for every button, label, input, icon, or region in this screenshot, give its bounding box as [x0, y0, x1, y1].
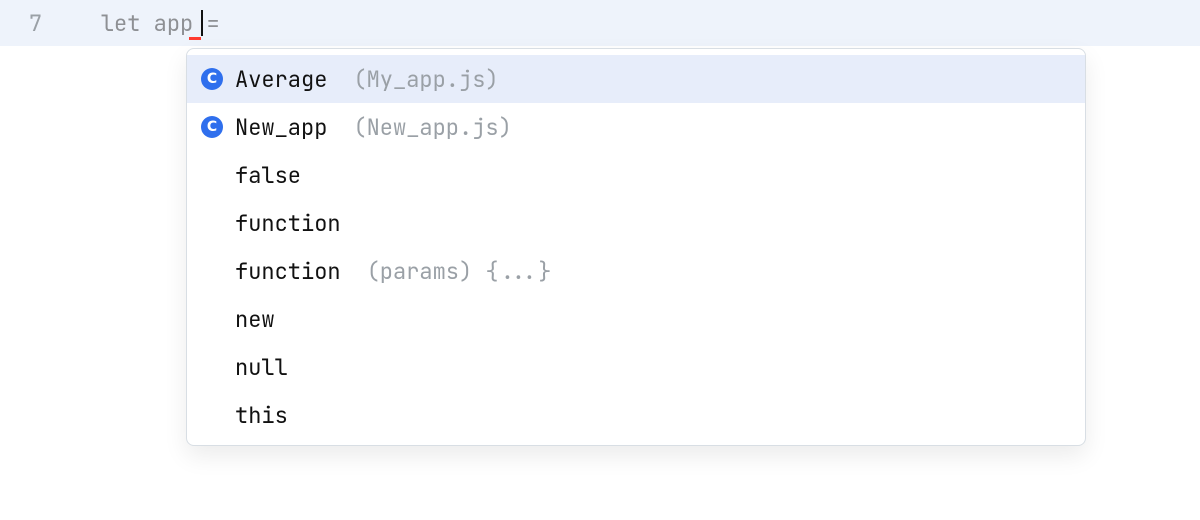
class-icon: C — [201, 116, 223, 138]
completion-hint: (New_app.js) — [353, 113, 511, 142]
completion-icon-slot: C — [201, 68, 223, 90]
completion-item[interactable]: C New_app (New_app.js) — [187, 103, 1085, 151]
completion-item[interactable]: function — [187, 199, 1085, 247]
text-caret — [201, 10, 203, 36]
completion-label: null — [235, 353, 288, 382]
completion-label: Average — [235, 65, 327, 94]
completion-label: this — [235, 401, 288, 430]
completion-label: function — [235, 257, 341, 286]
code-completion-popup[interactable]: C Average (My_app.js) C New_app (New_app.js)f… — [186, 48, 1086, 446]
completion-item[interactable]: null — [187, 343, 1085, 391]
operator-equals: = — [206, 9, 219, 38]
identifier-app: app — [154, 9, 194, 38]
completion-hint: (params) {...} — [367, 257, 552, 286]
line-number: 7 — [0, 9, 48, 38]
editor-line[interactable]: 7 let app = — [0, 0, 1200, 46]
completion-label: New_app — [235, 113, 327, 142]
keyword-let: let — [101, 9, 141, 38]
completion-item[interactable]: function (params) {...} — [187, 247, 1085, 295]
error-underline — [189, 37, 201, 40]
completion-item[interactable]: C Average (My_app.js) — [187, 55, 1085, 103]
completion-label: function — [235, 209, 341, 238]
class-icon: C — [201, 68, 223, 90]
completion-label: new — [235, 305, 275, 334]
completion-hint: (My_app.js) — [353, 65, 498, 94]
completion-icon-slot: C — [201, 116, 223, 138]
completion-item[interactable]: new — [187, 295, 1085, 343]
completion-label: false — [235, 161, 301, 190]
completion-item[interactable]: false — [187, 151, 1085, 199]
completion-item[interactable]: this — [187, 391, 1085, 439]
